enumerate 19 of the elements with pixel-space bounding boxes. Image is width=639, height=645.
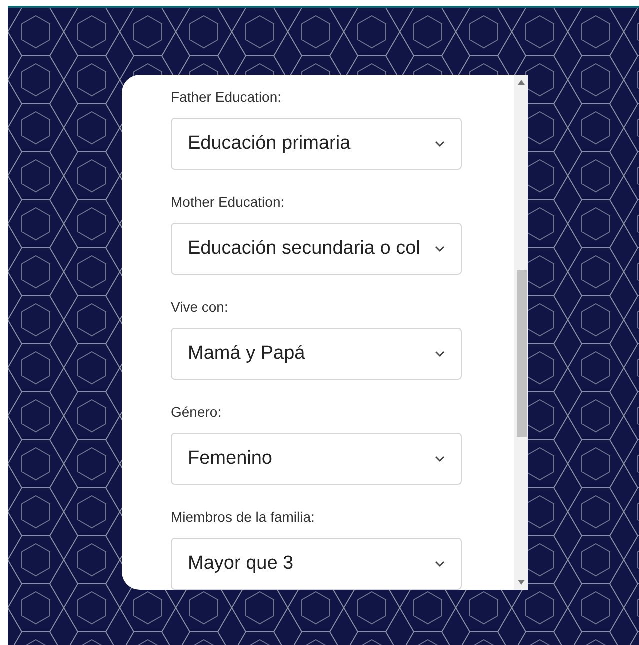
chevron-down-icon <box>435 350 445 358</box>
chevron-down-icon <box>435 560 445 568</box>
field-label: Género: <box>171 403 223 422</box>
scroll-thumb[interactable] <box>517 270 527 437</box>
field-label: Vive con: <box>171 298 230 317</box>
chevron-down-icon <box>435 246 445 252</box>
scrollbar[interactable] <box>514 75 528 590</box>
field-label: Father Education: <box>171 88 283 107</box>
dropdown-select[interactable]: Educación primaria <box>171 118 462 170</box>
dropdown-select[interactable]: Mayor que 3 <box>171 538 462 590</box>
field-label: Miembros de la familia: <box>171 508 316 527</box>
field-label: Mother Education: <box>171 193 286 212</box>
dropdown-select[interactable]: Femenino <box>171 433 462 485</box>
dropdown-select[interactable]: Mamá y Papá <box>171 328 462 380</box>
scroll-up-icon <box>518 80 524 85</box>
dropdown-select[interactable]: Educación secundaria o col <box>171 223 462 275</box>
chevron-down-icon <box>435 456 445 462</box>
chevron-down-icon <box>435 140 445 148</box>
scroll-down-icon <box>518 580 524 585</box>
